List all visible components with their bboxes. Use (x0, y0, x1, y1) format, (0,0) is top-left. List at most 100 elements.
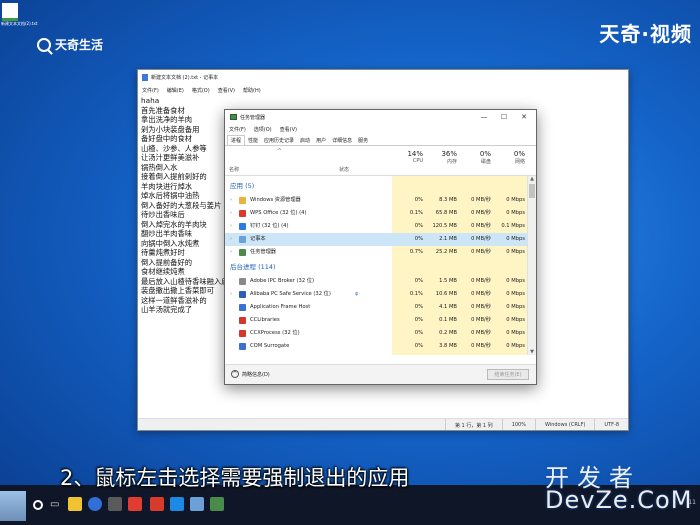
scroll-thumb[interactable] (529, 184, 535, 198)
tab-services[interactable]: 服务 (355, 136, 371, 145)
close-button[interactable]: ✕ (514, 111, 534, 123)
fewer-details-label: 简略信息(D) (242, 371, 270, 378)
process-row[interactable]: Adobe IPC Broker (32 位) 0% 1.5 MB 0 MB/秒 0 M… (225, 275, 528, 288)
process-icon (239, 223, 246, 230)
process-cpu: 0% (414, 304, 423, 310)
process-name: Adobe IPC Broker (32 位) (250, 278, 315, 284)
wps-icon[interactable] (150, 497, 164, 511)
disk-total: 0% (479, 150, 491, 158)
tab-details[interactable]: 详细信息 (329, 136, 355, 145)
notepad-menu-file[interactable]: 文件(F) (142, 87, 159, 94)
process-group-header[interactable]: 应用 (5) (230, 180, 254, 193)
status-zoom: 100% (501, 419, 535, 430)
process-network: 0 Mbps (506, 236, 525, 242)
scroll-down-icon[interactable]: ▼ (528, 349, 536, 355)
desktop-file-label: 新建文本文档(2).txt (1, 21, 38, 26)
process-cpu: 0.1% (409, 291, 423, 297)
process-disk: 0 MB/秒 (471, 249, 491, 255)
notepad-menu-format[interactable]: 格式(O) (192, 87, 210, 94)
taskbar-preview-thumbnail[interactable] (0, 491, 26, 521)
scroll-up-icon[interactable]: ▲ (528, 176, 536, 182)
process-icon (239, 330, 246, 337)
tab-processes[interactable]: 进程 (227, 135, 246, 145)
desktop-file-icon[interactable]: 新建文本文档(2).txt (0, 0, 38, 36)
suspended-leaf-icon: φ (355, 291, 359, 297)
task-view-icon[interactable]: ▭ (50, 499, 59, 510)
notepad-taskbar-icon[interactable] (190, 497, 204, 511)
task-manager-window: 任务管理器 — ☐ ✕ 文件(F) 选项(O) 查看(V) 进程 性能 应用历史… (224, 109, 537, 385)
process-group-header[interactable]: 后台进程 (114) (230, 261, 276, 274)
task-manager-tabs: 进程 性能 应用历史记录 启动 用户 详细信息 服务 (225, 135, 536, 146)
process-disk: 0 MB/秒 (471, 317, 491, 323)
process-row[interactable]: CCXProcess (32 位) 0% 0.2 MB 0 MB/秒 0 Mbps (225, 327, 528, 340)
process-network: 0 Mbps (506, 249, 525, 255)
expand-chevron-icon[interactable]: › (230, 233, 232, 246)
process-row[interactable]: › WPS Office (32 位) (4) 0.1% 65.8 MB 0 MB/秒 0… (225, 207, 528, 220)
process-cpu: 0.7% (409, 249, 423, 255)
column-disk[interactable]: 0% 磁盘 (460, 150, 491, 165)
notepad-title: 新建文本文档 (2).txt - 记事本 (151, 74, 219, 81)
video-subtitle: 2、鼠标左击选择需要强制退出的应用 (60, 466, 410, 490)
task-manager-taskbar-icon[interactable] (210, 497, 224, 511)
column-name[interactable]: 名称 (229, 166, 239, 173)
brand-watermark: 天奇生活 (37, 36, 103, 53)
tab-app-history[interactable]: 应用历史记录 (261, 136, 297, 145)
minimize-button[interactable]: — (474, 111, 494, 123)
notepad-titlebar[interactable]: 新建文本文档 (2).txt - 记事本 (138, 70, 628, 84)
process-row[interactable]: › Windows 资源管理器 0% 8.3 MB 0 MB/秒 0 Mbps (225, 194, 528, 207)
brand-logo-icon (37, 37, 51, 52)
process-row[interactable]: › 任务管理器 0.7% 25.2 MB 0 MB/秒 0 Mbps (225, 246, 528, 259)
process-icon (239, 249, 246, 256)
process-memory: 8.3 MB (439, 197, 457, 203)
fewer-details-button[interactable]: ^ 简略信息(D) (231, 370, 270, 378)
process-icon (239, 197, 246, 204)
process-cpu: 0% (414, 317, 423, 323)
expand-chevron-icon[interactable]: › (230, 194, 232, 207)
task-manager-titlebar[interactable]: 任务管理器 — ☐ ✕ (225, 110, 536, 124)
process-memory: 120.5 MB (432, 223, 457, 229)
expand-chevron-icon[interactable]: › (230, 220, 232, 233)
task-manager-title: 任务管理器 (240, 114, 266, 121)
process-disk: 0 MB/秒 (471, 330, 491, 336)
tab-performance[interactable]: 性能 (245, 136, 261, 145)
dingtalk-icon[interactable] (170, 497, 184, 511)
process-icon (239, 343, 246, 350)
column-cpu[interactable]: 14% CPU (392, 150, 423, 164)
process-row[interactable]: › Alibaba PC Safe Service (32 位) φ 0.1% 10.6… (225, 288, 528, 301)
file-explorer-icon[interactable] (68, 497, 82, 511)
maximize-button[interactable]: ☐ (494, 111, 514, 123)
process-network: 0 Mbps (506, 278, 525, 284)
expand-chevron-icon[interactable]: › (230, 288, 232, 301)
tm-menu-file[interactable]: 文件(F) (229, 126, 246, 133)
tm-menu-options[interactable]: 选项(O) (254, 126, 272, 133)
process-row[interactable]: › 钉钉 (32 位) (4) 0% 120.5 MB 0 MB/秒 0.1 Mbps (225, 220, 528, 233)
process-row[interactable]: CCLibraries 0% 0.1 MB 0 MB/秒 0 Mbps (225, 314, 528, 327)
tab-startup[interactable]: 启动 (297, 136, 313, 145)
store-icon[interactable] (108, 497, 122, 511)
column-status[interactable]: 状态 (339, 166, 349, 173)
notepad-menu-edit[interactable]: 编辑(E) (167, 87, 184, 94)
app-icon[interactable] (128, 497, 142, 511)
expand-chevron-icon[interactable]: › (230, 207, 232, 220)
start-icon[interactable] (33, 500, 43, 510)
process-memory: 3.8 MB (439, 343, 457, 349)
notepad-line: haha (141, 96, 160, 105)
process-cpu: 0% (414, 330, 423, 336)
browser-icon[interactable] (88, 497, 102, 511)
column-network[interactable]: 0% 网络 (494, 150, 525, 165)
tab-users[interactable]: 用户 (313, 136, 329, 145)
process-cpu: 0% (414, 278, 423, 284)
notepad-menu-help[interactable]: 帮助(H) (243, 87, 261, 94)
process-memory: 4.1 MB (439, 304, 457, 310)
notepad-menu-view[interactable]: 查看(V) (218, 87, 235, 94)
tm-menu-view[interactable]: 查看(V) (280, 126, 297, 133)
process-list-scrollbar[interactable]: ▲ ▼ (527, 176, 536, 355)
column-memory[interactable]: 36% 内存 (426, 150, 457, 165)
process-memory: 0.2 MB (439, 330, 457, 336)
process-cpu: 0% (414, 343, 423, 349)
process-row[interactable]: › 记事本 0% 2.1 MB 0 MB/秒 0 Mbps (225, 233, 528, 246)
end-task-button[interactable]: 结束任务(E) (487, 369, 529, 380)
process-row[interactable]: COM Surrogate 0% 3.8 MB 0 MB/秒 0 Mbps (225, 340, 528, 353)
process-row[interactable]: Application Frame Host 0% 4.1 MB 0 MB/秒 0 Mb… (225, 301, 528, 314)
expand-chevron-icon[interactable]: › (230, 246, 232, 259)
